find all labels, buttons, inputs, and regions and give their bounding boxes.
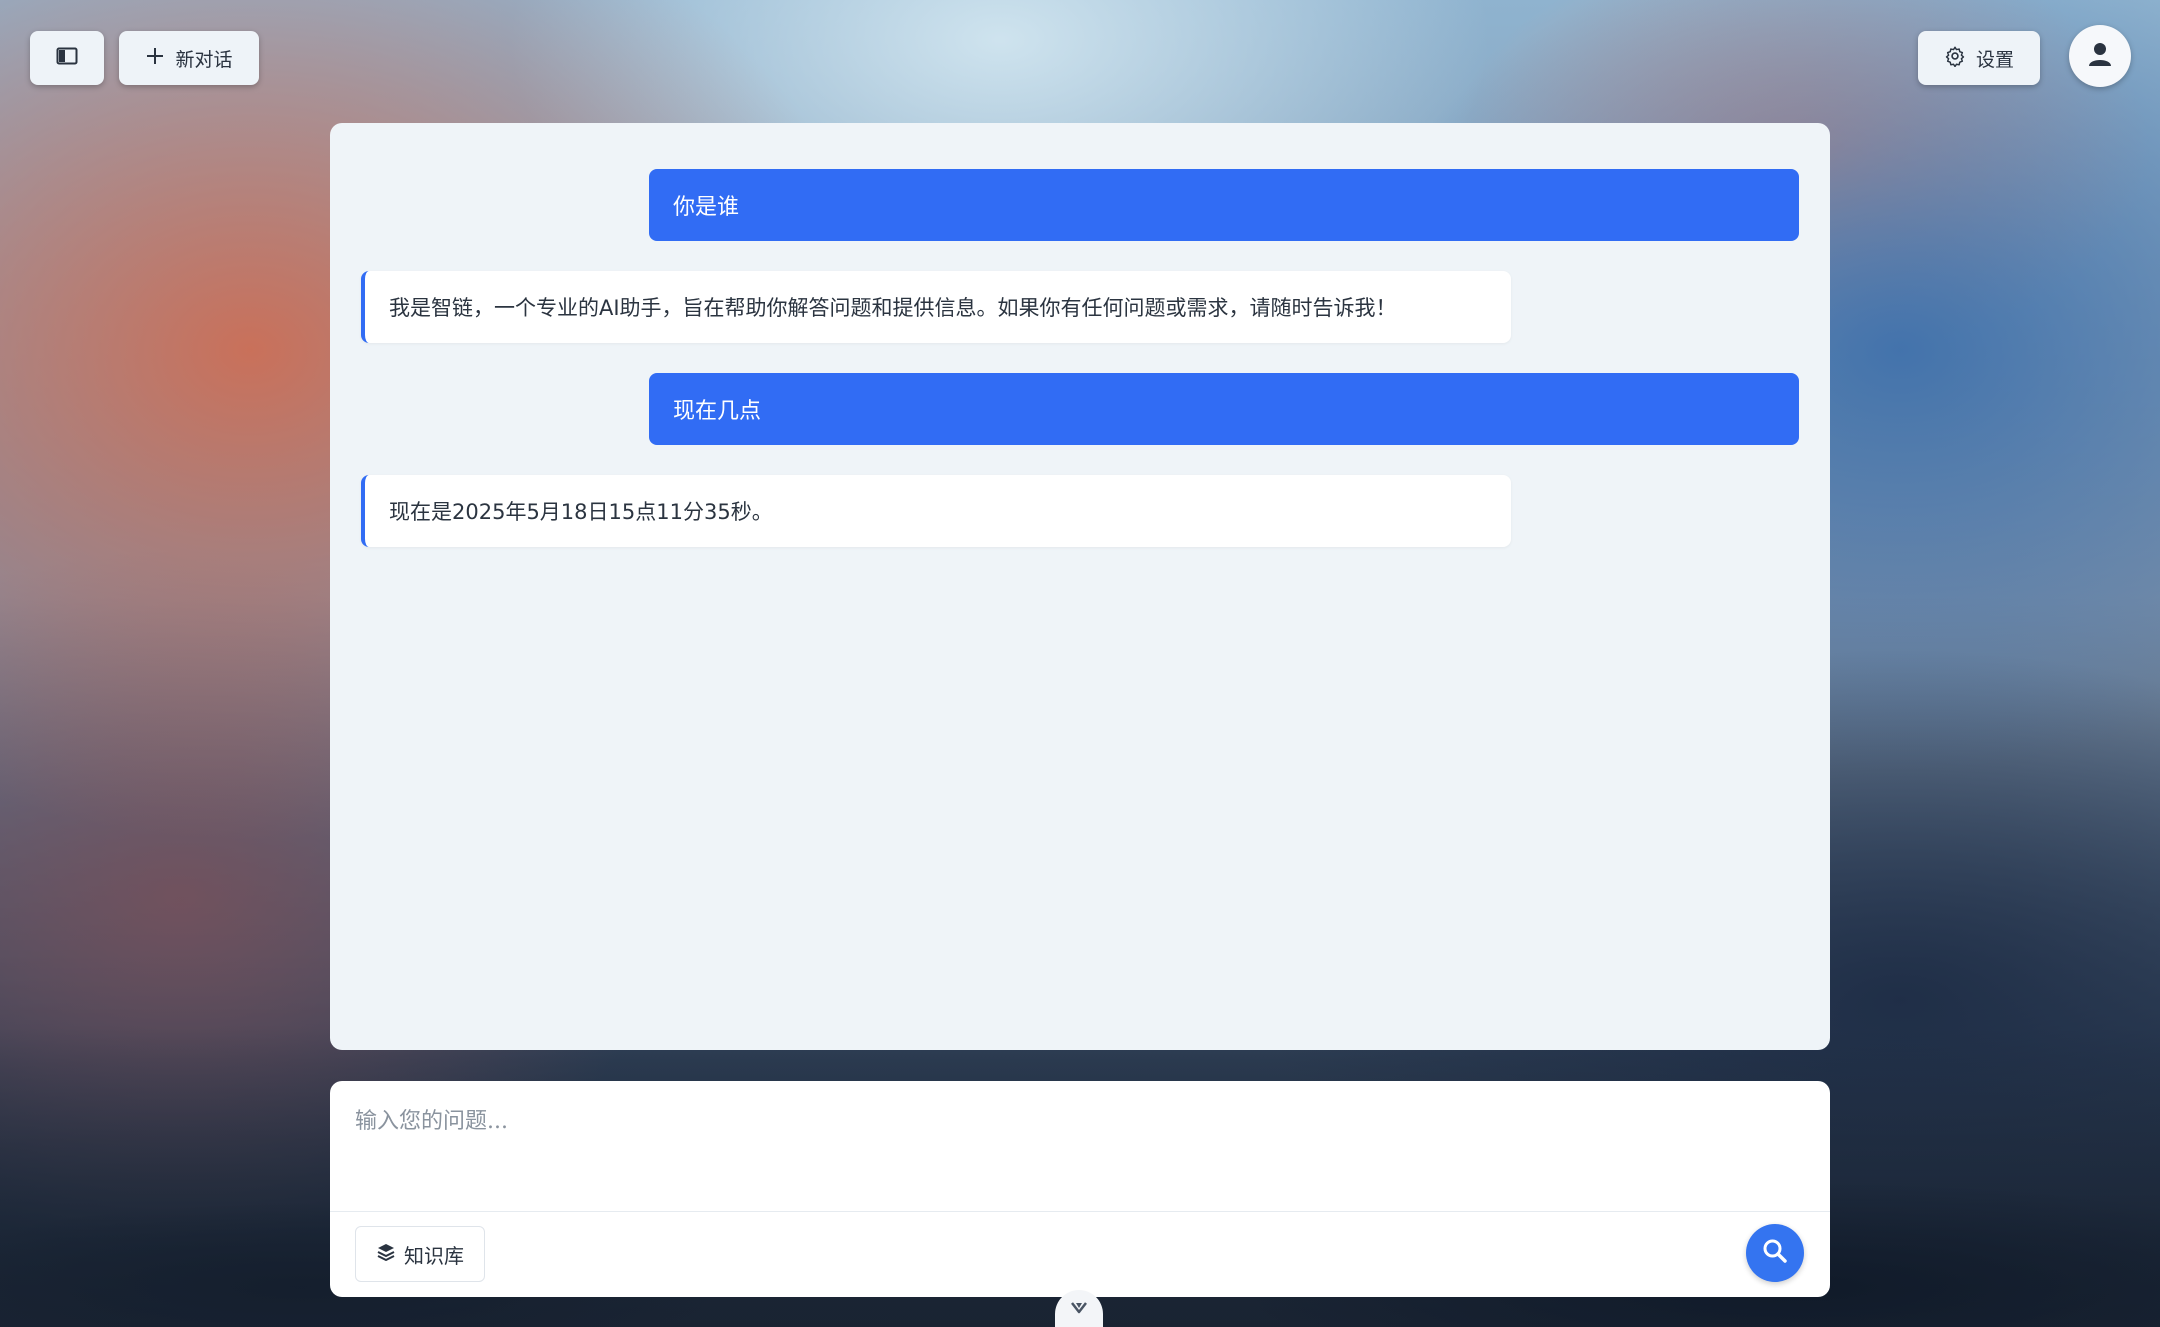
send-button[interactable] xyxy=(1746,1224,1804,1282)
sidebar-icon xyxy=(56,47,78,70)
assistant-message: 现在是2025年5月18日15点11分35秒。 xyxy=(361,475,1511,547)
chat-panel: 你是谁 我是智链，一个专业的AI助手，旨在帮助你解答问题和提供信息。如果你有任何… xyxy=(330,123,1830,1050)
user-avatar-button[interactable] xyxy=(2069,25,2131,87)
new-chat-label: 新对话 xyxy=(175,48,233,71)
chevron-down-icon xyxy=(1069,1299,1089,1319)
user-icon xyxy=(2086,40,2114,72)
message-text: 你是谁 xyxy=(673,195,740,220)
new-chat-button[interactable]: 新对话 xyxy=(119,31,259,85)
layers-icon xyxy=(376,1242,396,1267)
divider xyxy=(330,1211,1830,1212)
plus-icon xyxy=(145,46,165,71)
input-panel: 知识库 xyxy=(330,1081,1830,1297)
message-text: 现在几点 xyxy=(673,399,762,424)
settings-button[interactable]: 设置 xyxy=(1918,31,2040,85)
question-input[interactable] xyxy=(355,1103,1795,1163)
gear-icon xyxy=(1944,45,1966,72)
message-text: 现在是2025年5月18日15点11分35秒。 xyxy=(389,500,773,524)
settings-label: 设置 xyxy=(1975,48,2014,71)
user-message: 你是谁 xyxy=(649,169,1799,241)
knowledge-base-label: 知识库 xyxy=(404,1243,464,1268)
sidebar-toggle-button[interactable] xyxy=(30,31,104,85)
knowledge-base-button[interactable]: 知识库 xyxy=(355,1226,485,1282)
message-text: 我是智链，一个专业的AI助手，旨在帮助你解答问题和提供信息。如果你有任何问题或需… xyxy=(389,296,1397,320)
user-message: 现在几点 xyxy=(649,373,1799,445)
search-icon xyxy=(1761,1237,1789,1269)
assistant-message: 我是智链，一个专业的AI助手，旨在帮助你解答问题和提供信息。如果你有任何问题或需… xyxy=(361,271,1511,343)
